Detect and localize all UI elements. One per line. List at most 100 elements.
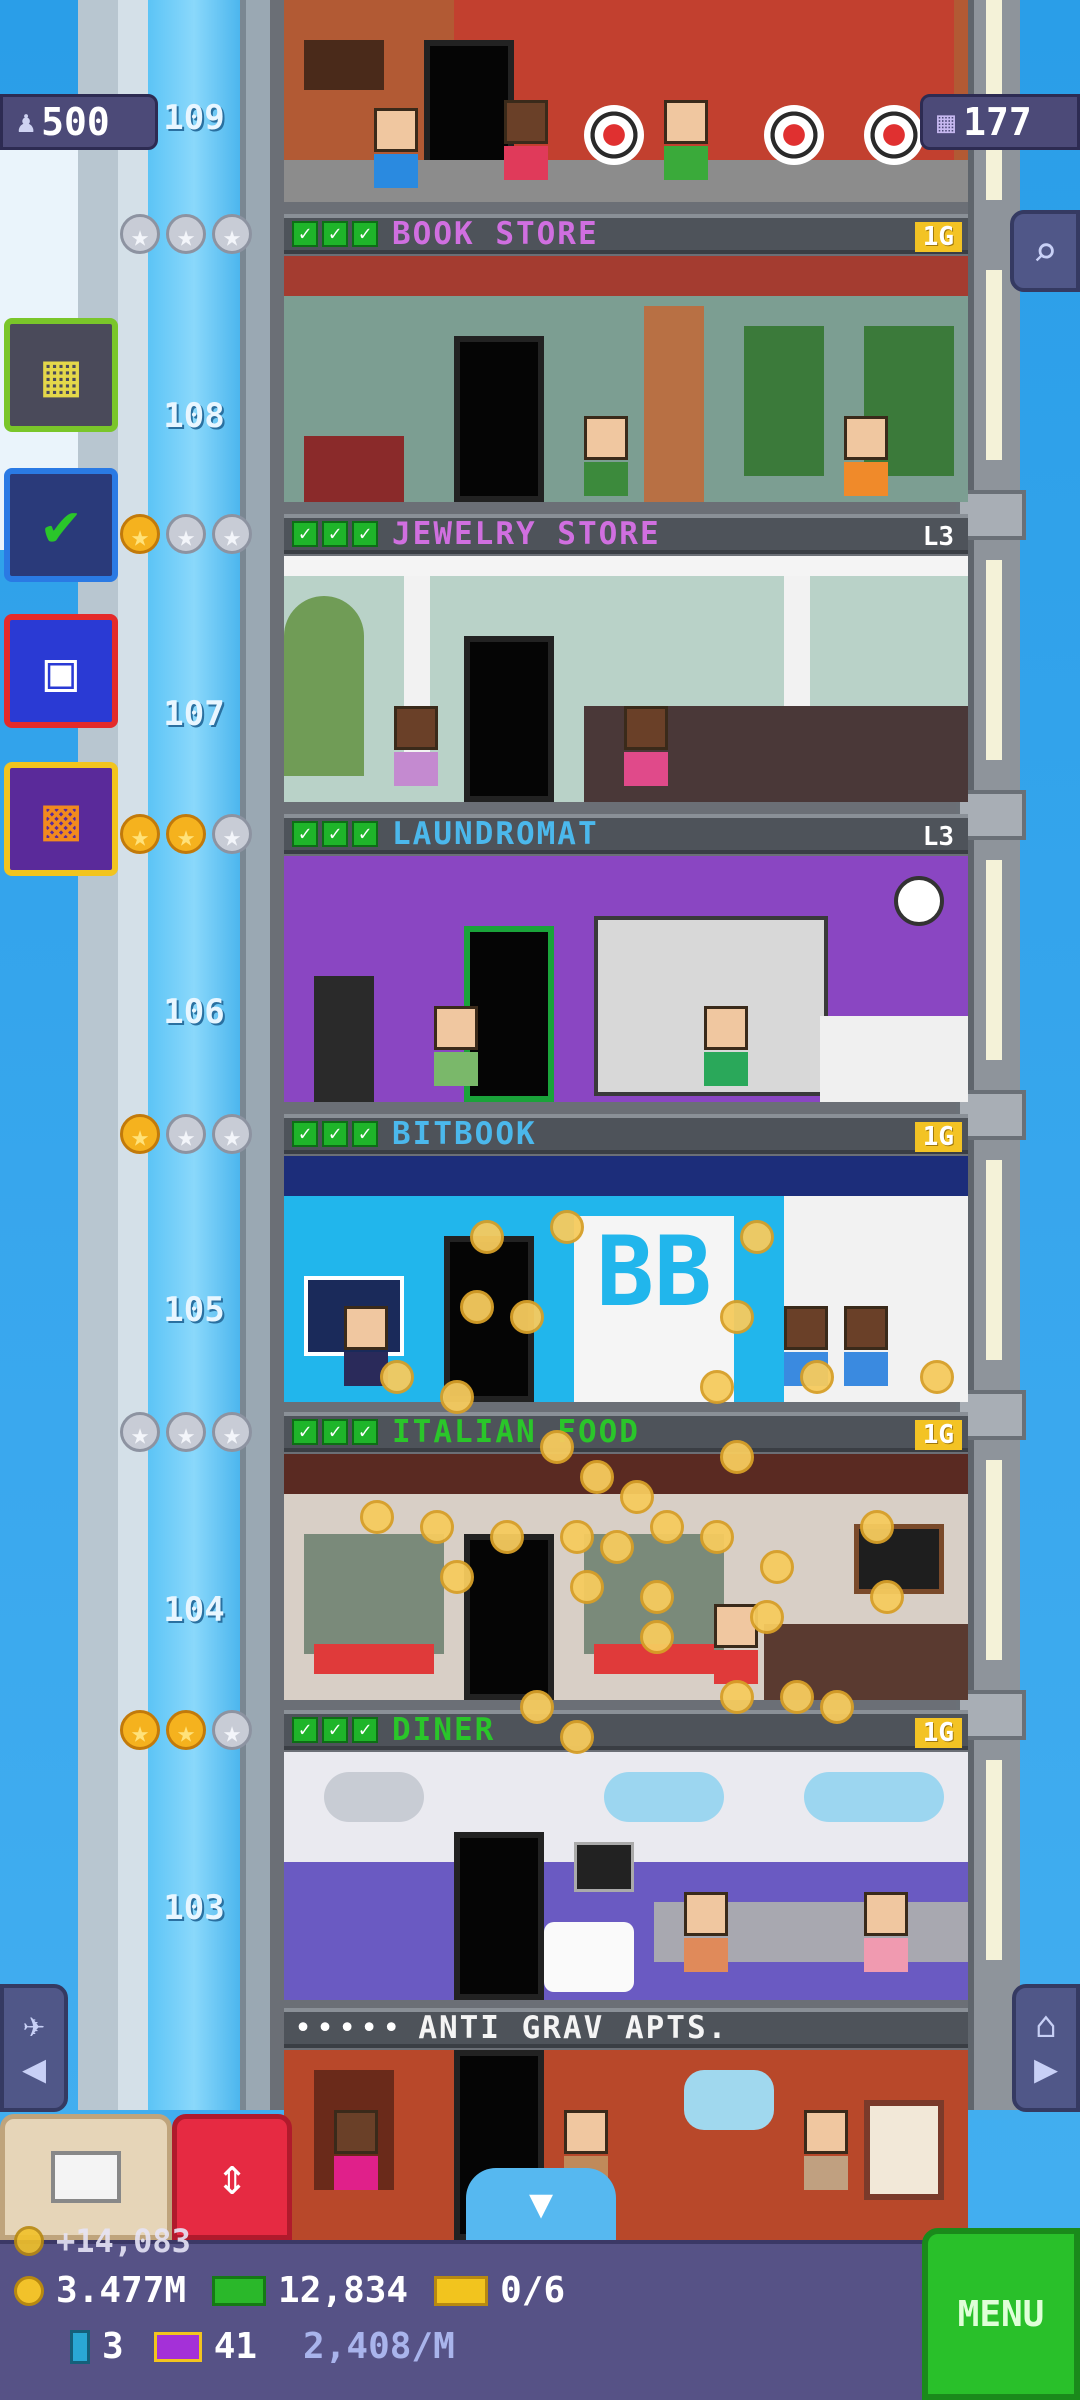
- floor-header-book-store[interactable]: ✓ ✓ ✓ BOOK STORE 1G: [284, 214, 968, 254]
- floor-number: 109: [163, 98, 225, 138]
- star-icon: ★: [120, 514, 160, 554]
- floor-stars: ★ ★ ★: [120, 514, 252, 554]
- star-icon: ★: [120, 1710, 160, 1750]
- floor-interior-109[interactable]: [284, 0, 968, 202]
- bitizen[interactable]: [864, 1892, 908, 1972]
- diner-window: [604, 1772, 724, 1822]
- golden-ticket-icon: [153, 2331, 202, 2362]
- floor-stars: ★ ★ ★: [120, 1114, 252, 1154]
- floor-number: 104: [163, 1590, 225, 1630]
- arrow-right-icon: ▶: [1033, 2045, 1059, 2092]
- check-icon: ✓: [292, 1419, 318, 1445]
- elevator-shaft[interactable]: [148, 0, 240, 2110]
- check-icon: ✓: [352, 1717, 378, 1743]
- elevator-rail: [118, 0, 148, 2110]
- check-icon: ✓: [352, 1121, 378, 1147]
- bitizen[interactable]: [334, 2110, 378, 2190]
- star-icon: ★: [120, 814, 160, 854]
- star-icon: ★: [212, 1412, 252, 1452]
- bitizen[interactable]: [704, 1006, 748, 1086]
- bitizen[interactable]: [664, 100, 708, 180]
- calendar-button[interactable]: ▣: [4, 614, 118, 728]
- check-icon: ✓: [352, 221, 378, 247]
- floor-badge: 1G: [914, 1718, 962, 1748]
- check-icon: ✓: [322, 221, 348, 247]
- floor-header-italian-food[interactable]: ✓ ✓ ✓ ITALIAN FOOD 1G: [284, 1412, 968, 1452]
- floor-number: 108: [163, 396, 225, 436]
- coin-icon: [420, 1510, 454, 1544]
- menu-button[interactable]: MENU: [922, 2228, 1080, 2400]
- window-light: [986, 1460, 1002, 1660]
- coin-icon: [740, 1220, 774, 1254]
- star-icon: ★: [120, 214, 160, 254]
- dryer: [820, 1016, 968, 1102]
- star-icon: ★: [166, 514, 206, 554]
- bitizen[interactable]: [624, 706, 668, 786]
- resources-row: 3 41 2,408/M: [70, 2326, 455, 2367]
- coin-icon: [920, 1360, 954, 1394]
- lobby-nav-button[interactable]: ⌂ ▶: [1012, 1984, 1080, 2112]
- floor-interior-apartment[interactable]: [284, 2050, 968, 2240]
- check-icon: ✓: [352, 521, 378, 547]
- floor-name: JEWELRY STORE: [392, 516, 661, 552]
- bitizen[interactable]: [844, 1306, 888, 1386]
- coin-icon: [560, 1520, 594, 1554]
- floor-header-diner[interactable]: ✓ ✓ ✓ DINER 1G: [284, 1710, 968, 1750]
- floors-value: 177: [963, 100, 1032, 144]
- floors-counter[interactable]: ▦ 177: [920, 94, 1080, 150]
- gift-button[interactable]: ▩: [4, 762, 118, 876]
- coin-icon: [640, 1620, 674, 1654]
- bitizen[interactable]: [584, 416, 628, 496]
- coin-icon: [470, 1220, 504, 1254]
- archery-target: [584, 105, 644, 165]
- search-floor-button[interactable]: ⌕: [1010, 210, 1080, 292]
- cloud-decor: [684, 2070, 774, 2130]
- floor-stars: ★ ★ ★: [120, 1412, 252, 1452]
- floor-interior-108[interactable]: [284, 256, 968, 502]
- arrow-left-icon: ◀: [21, 2045, 47, 2092]
- coin-icon: [440, 1380, 474, 1414]
- bitizen[interactable]: [374, 108, 418, 188]
- vending-machine: [314, 976, 374, 1102]
- bitizen[interactable]: [684, 1892, 728, 1972]
- polar-bear-pet[interactable]: [544, 1922, 634, 1992]
- bitizen[interactable]: [434, 1006, 478, 1086]
- elevator-nav-button[interactable]: ✈ ◀: [0, 1984, 68, 2112]
- floor-interior-103[interactable]: [284, 1752, 968, 2000]
- bux-icon: [212, 2275, 267, 2306]
- coin-icon: [540, 1430, 574, 1464]
- bitizen[interactable]: [844, 416, 888, 496]
- coin-icon: [460, 1290, 494, 1324]
- coin-icon: [14, 2226, 44, 2256]
- check-icon: ✓: [322, 1419, 348, 1445]
- floor-number: 107: [163, 694, 225, 734]
- bitizen[interactable]: [804, 2110, 848, 2190]
- bitizen[interactable]: [394, 706, 438, 786]
- floor-header-laundromat[interactable]: ✓ ✓ ✓ LAUNDROMAT L3: [284, 814, 968, 854]
- population-value: 500: [41, 100, 110, 144]
- bitbook-sign: BB: [596, 1216, 712, 1328]
- ticket-icon: [434, 2275, 489, 2306]
- missions-button[interactable]: ✔: [4, 468, 118, 582]
- coin-icon: [700, 1520, 734, 1554]
- check-icon: ✓: [322, 821, 348, 847]
- floor-header-bitbook[interactable]: ✓ ✓ ✓ BITBOOK 1G: [284, 1114, 968, 1154]
- floor-name: LAUNDROMAT: [392, 816, 599, 852]
- star-icon: ★: [212, 514, 252, 554]
- floor-header-anti-grav-apts[interactable]: ••••• ANTI GRAV APTS.: [284, 2008, 968, 2048]
- check-icon: ✓: [322, 521, 348, 547]
- floor-interior-106[interactable]: [284, 856, 968, 1102]
- floor-interior-107[interactable]: [284, 556, 968, 802]
- dining-table: [314, 1644, 434, 1674]
- floor-header-jewelry-store[interactable]: ✓ ✓ ✓ JEWELRY STORE L3: [284, 514, 968, 554]
- population-counter[interactable]: ♟ 500: [0, 94, 158, 150]
- weapon-rack: [304, 40, 384, 90]
- tower-overview-button[interactable]: ▦: [4, 318, 118, 432]
- airplane-icon: ✈: [23, 2004, 45, 2046]
- scroll-down-button[interactable]: ▼: [466, 2168, 616, 2240]
- floor-badge: 1G: [914, 222, 962, 252]
- gift-icon: ▩: [42, 784, 80, 854]
- bitizen[interactable]: [504, 100, 548, 180]
- floor-badge: L3: [922, 822, 954, 852]
- checklist-icon: ✔: [42, 490, 80, 560]
